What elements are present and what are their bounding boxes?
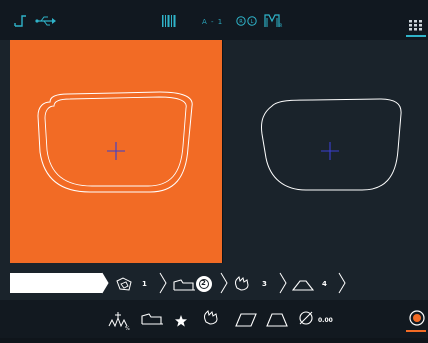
step-3-number: 3 (262, 280, 267, 288)
step-2-edge-icon[interactable] (173, 276, 195, 296)
active-tab-indicator (406, 35, 426, 37)
barcode-icon[interactable] (162, 15, 176, 27)
svg-text:L: L (251, 19, 254, 25)
usb-icon[interactable] (35, 16, 57, 26)
wave-edit-icon[interactable]: % (107, 308, 133, 336)
svg-text:R: R (239, 19, 243, 25)
m-logo-icon[interactable]: R (264, 14, 284, 28)
step-4-bevel-icon[interactable] (291, 276, 315, 295)
stop-button-indicator (406, 330, 426, 332)
groove-icon[interactable] (141, 310, 163, 330)
app-screen: A - 1 RL R 1 2 3 4 % 0.00 (0, 0, 428, 343)
star-icon[interactable] (175, 312, 187, 331)
grid-menu-icon[interactable] (409, 20, 422, 31)
step-1-number: 1 (142, 280, 147, 288)
bottom-edge (0, 338, 428, 343)
lens-pair-icon[interactable]: RL (236, 16, 258, 26)
left-lens-shape (37, 91, 193, 193)
panel-divider (222, 40, 223, 263)
job-label: A - 1 (202, 18, 224, 26)
hand-tool-icon[interactable] (202, 309, 220, 329)
parallelogram-icon[interactable] (235, 312, 257, 331)
step-3-hand-icon[interactable] (233, 275, 251, 295)
diameter-value: 0.00 (318, 317, 333, 324)
step-bar-track (10, 272, 346, 294)
svg-text:R: R (280, 23, 283, 28)
step-4-number: 4 (322, 280, 327, 288)
left-lens-panel[interactable] (10, 40, 222, 263)
step-2-number: 2 (201, 279, 206, 287)
step-1-shape-icon[interactable] (115, 276, 133, 296)
tracer-icon[interactable] (14, 14, 28, 28)
stop-button[interactable] (409, 310, 425, 330)
step-2-active-badge[interactable]: 2 (196, 276, 212, 292)
right-lens-panel[interactable] (222, 40, 428, 263)
right-lens-shape (261, 98, 402, 191)
trapezoid-icon[interactable] (266, 312, 288, 331)
svg-text:%: % (125, 326, 130, 332)
top-bar: A - 1 RL R (0, 0, 428, 40)
diameter-icon[interactable] (298, 310, 314, 330)
